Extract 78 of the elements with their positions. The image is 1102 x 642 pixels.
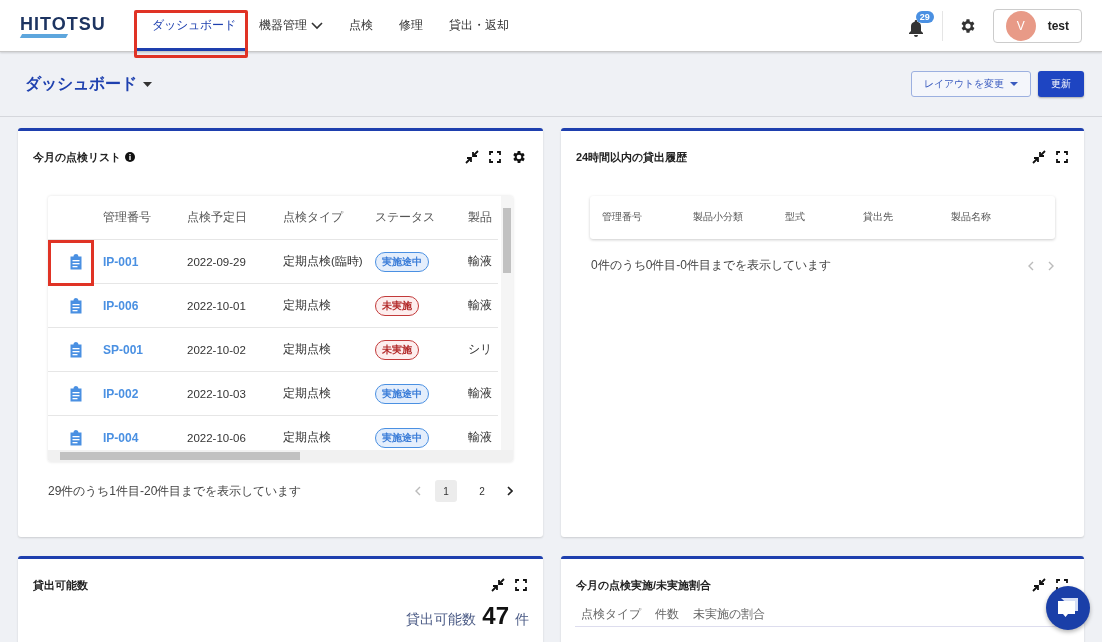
table-cell-text: 2022-10-02: [187, 343, 247, 356]
layout-button[interactable]: レイアウトを変更: [911, 71, 1031, 97]
table-cell-text: 輸液: [468, 254, 493, 269]
refresh-button[interactable]: 更新: [1038, 71, 1084, 97]
table-cell-text: 2022-09-29: [187, 255, 247, 268]
avatar: V: [1005, 10, 1036, 41]
minimize-icon[interactable]: [465, 150, 479, 164]
table-cell-text: シリ: [468, 342, 493, 357]
table-cell-text: 2022-10-03: [187, 387, 247, 400]
status-badge: 実施途中: [375, 251, 429, 272]
caret-icon: [1010, 82, 1018, 86]
column-header: 点検タイプ: [283, 210, 345, 225]
chevron-icon: [311, 21, 323, 30]
column-header: 未実施の割合: [693, 607, 765, 622]
nav-tab[interactable]: 修理: [386, 0, 436, 51]
table-cell-text: 2022-10-06: [187, 431, 247, 444]
chat-icon: [1056, 597, 1080, 619]
user-menu-button[interactable]: V test: [992, 8, 1082, 43]
fullscreen-icon[interactable]: [1056, 151, 1068, 163]
status-badge: 実施途中: [375, 383, 429, 404]
logo[interactable]: HITOTSU: [20, 13, 104, 38]
count-value: 47: [482, 605, 509, 627]
table-cell-text: 2022-10-01: [187, 299, 247, 312]
status-badge: 実施途中: [375, 427, 429, 448]
status-badge: 未実施: [375, 339, 419, 360]
count-unit: 件: [515, 610, 529, 628]
nav-tab[interactable]: 貸出・返却: [436, 0, 522, 51]
nav-tab[interactable]: 機器管理: [246, 0, 336, 51]
table-cell-text: 輸液: [468, 430, 493, 445]
table-cell-text: 輸液: [468, 298, 493, 313]
card-title: 今月の点検実施/未実施割合: [576, 577, 712, 593]
column-header: 管理番号: [601, 211, 643, 224]
pagination-summary: 0件のうち0件目-0件目までを表示しています: [591, 257, 832, 274]
column-header: ステータス: [375, 210, 436, 225]
minimize-icon[interactable]: [1032, 150, 1046, 164]
column-header: 貸出先: [863, 211, 894, 224]
column-header: 型式: [785, 211, 806, 224]
bell-icon: [907, 18, 924, 37]
column-header: 件数: [655, 607, 679, 622]
column-header: 製品名称: [951, 211, 991, 224]
clipboard-icon[interactable]: [68, 429, 83, 446]
horizontal-scrollbar[interactable]: [48, 450, 513, 462]
card-title: 24時間以内の貸出履歴: [576, 149, 688, 165]
table-cell-text: 定期点検: [283, 430, 332, 445]
nav-tab[interactable]: ダッシュボード: [136, 0, 246, 51]
clipboard-icon[interactable]: [68, 341, 83, 358]
table-cell-text: 輸液: [468, 386, 493, 401]
column-header: 製品: [468, 210, 493, 225]
nav-tab[interactable]: 点検: [336, 0, 386, 51]
card-title: 今月の点検リスト: [33, 149, 121, 165]
column-header: 点検予定日: [187, 210, 248, 225]
page-button[interactable]: 2: [471, 480, 493, 502]
table-cell-text: 定期点検: [283, 386, 332, 401]
status-badge: 未実施: [375, 295, 419, 316]
table-cell-text: 定期点検: [283, 342, 332, 357]
clipboard-icon[interactable]: [68, 385, 83, 402]
column-header: 点検タイプ: [581, 607, 641, 622]
pagination-summary: 29件のうち1件目-20件目までを表示しています: [48, 482, 302, 500]
clipboard-icon[interactable]: [68, 297, 83, 314]
count-label: 貸出可能数: [406, 610, 477, 628]
vertical-scrollbar[interactable]: [501, 196, 513, 450]
info-icon[interactable]: [125, 152, 135, 162]
table-cell-text: 定期点検: [283, 298, 332, 313]
page-button[interactable]: 1: [435, 480, 457, 502]
minimize-icon[interactable]: [491, 578, 505, 592]
caret-icon: [143, 81, 152, 87]
table-cell-text: 定期点検(臨時): [283, 254, 364, 269]
column-header: 製品小分類: [693, 211, 744, 224]
dashboard-title-dropdown[interactable]: ダッシュボード: [25, 73, 152, 95]
minimize-icon[interactable]: [1032, 578, 1046, 592]
column-header: 管理番号: [103, 210, 152, 225]
fullscreen-icon[interactable]: [489, 151, 501, 163]
notification-count: 29: [915, 10, 934, 23]
settings-icon[interactable]: [511, 149, 527, 165]
card-title: 貸出可能数: [33, 577, 88, 593]
fullscreen-icon[interactable]: [515, 579, 527, 591]
clipboard-icon[interactable]: [68, 253, 83, 270]
next-page-icon[interactable]: [507, 486, 513, 496]
